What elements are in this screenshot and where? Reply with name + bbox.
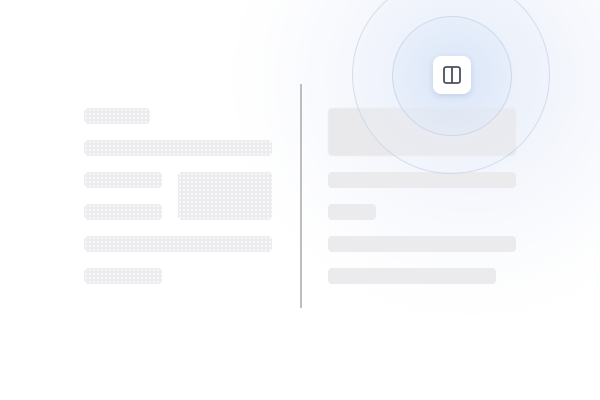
left-line-placeholder [84, 236, 272, 252]
right-line-placeholder [328, 236, 516, 252]
right-line-placeholder [328, 172, 516, 188]
left-title-placeholder [84, 108, 150, 124]
right-label-placeholder [328, 204, 376, 220]
right-line-placeholder [328, 268, 496, 284]
left-label-placeholder [84, 268, 162, 284]
left-image-placeholder [178, 172, 272, 220]
left-label-placeholder [84, 172, 162, 188]
left-label-placeholder [84, 204, 162, 220]
split-view-button[interactable] [433, 56, 471, 94]
split-divider[interactable] [300, 84, 302, 308]
left-line-placeholder [84, 140, 272, 156]
split-view-illustration [0, 0, 600, 400]
split-view-icon [443, 66, 461, 84]
